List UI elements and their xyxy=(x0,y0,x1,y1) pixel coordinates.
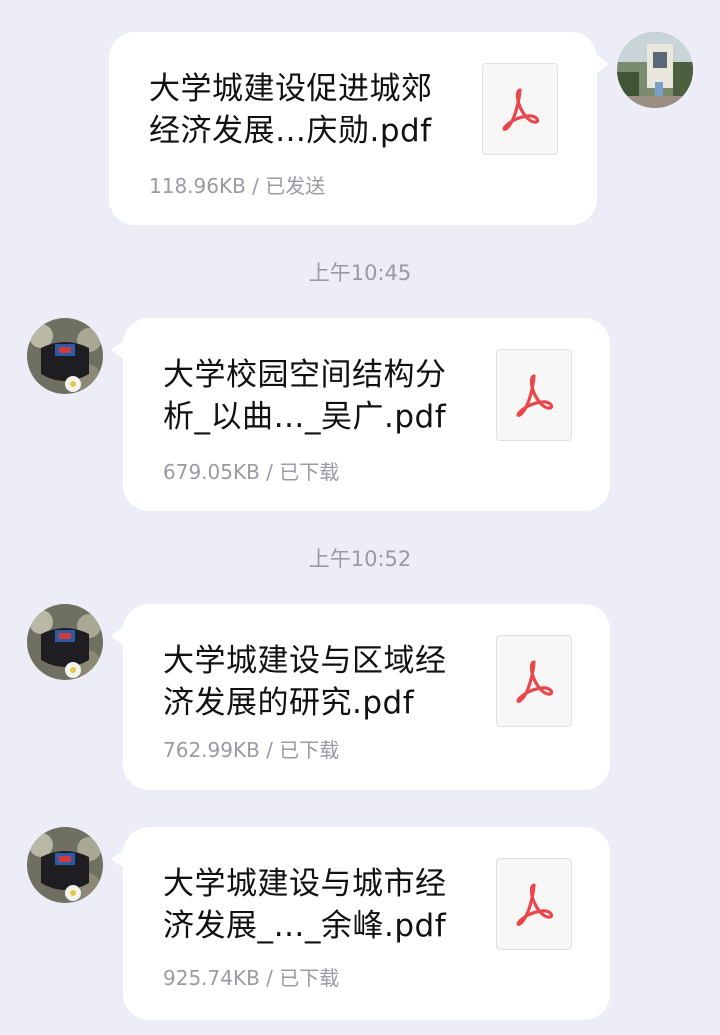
file-name: 大学城建设与区域经济发展的研究.pdf xyxy=(163,643,447,721)
file-meta: 925.74KB / 已下载 xyxy=(163,962,339,991)
file-name: 大学城建设与城市经济发展_…_余峰.pdf xyxy=(163,866,447,944)
meta-separator: / xyxy=(245,174,266,198)
timestamp: 上午10:45 xyxy=(308,261,412,285)
self-avatar[interactable] xyxy=(617,32,693,108)
file-size: 925.74KB xyxy=(163,966,260,990)
pdf-icon xyxy=(482,63,558,155)
file-meta: 679.05KB / 已下载 xyxy=(163,456,339,485)
contact-avatar[interactable] xyxy=(27,318,103,394)
file-status: 已下载 xyxy=(279,738,340,762)
bubble-tail xyxy=(111,849,125,869)
timestamp: 上午10:52 xyxy=(308,547,412,571)
file-size: 679.05KB xyxy=(163,460,260,484)
pdf-icon xyxy=(496,635,572,727)
bubble-tail xyxy=(111,626,125,646)
file-name: 大学城建设促进城郊经济发展…庆勋.pdf xyxy=(149,71,433,149)
file-size: 762.99KB xyxy=(163,738,260,762)
contact-avatar[interactable] xyxy=(27,604,103,680)
bubble-tail xyxy=(595,54,609,74)
file-size: 118.96KB xyxy=(149,174,246,198)
pdf-icon xyxy=(496,349,572,441)
file-message-bubble[interactable]: 大学城建设与城市经济发展_…_余峰.pdf 925.74KB / 已下载 xyxy=(111,827,610,1020)
file-meta: 762.99KB / 已下载 xyxy=(163,734,339,763)
bubble-tail xyxy=(111,340,125,360)
meta-separator: / xyxy=(259,966,280,990)
meta-separator: / xyxy=(259,460,280,484)
file-message-bubble[interactable]: 大学城建设促进城郊经济发展…庆勋.pdf 118.96KB / 已发送 xyxy=(109,32,609,225)
file-message-bubble[interactable]: 大学城建设与区域经济发展的研究.pdf 762.99KB / 已下载 xyxy=(111,604,610,790)
meta-separator: / xyxy=(259,738,280,762)
file-status: 已下载 xyxy=(279,460,340,484)
file-status: 已发送 xyxy=(265,174,326,198)
pdf-icon xyxy=(496,858,572,950)
file-message-bubble[interactable]: 大学校园空间结构分析_以曲…_吴广.pdf 679.05KB / 已下载 xyxy=(111,318,610,511)
file-status: 已下载 xyxy=(279,966,340,990)
contact-avatar[interactable] xyxy=(27,827,103,903)
file-meta: 118.96KB / 已发送 xyxy=(149,170,325,199)
file-name: 大学校园空间结构分析_以曲…_吴广.pdf xyxy=(163,357,447,435)
